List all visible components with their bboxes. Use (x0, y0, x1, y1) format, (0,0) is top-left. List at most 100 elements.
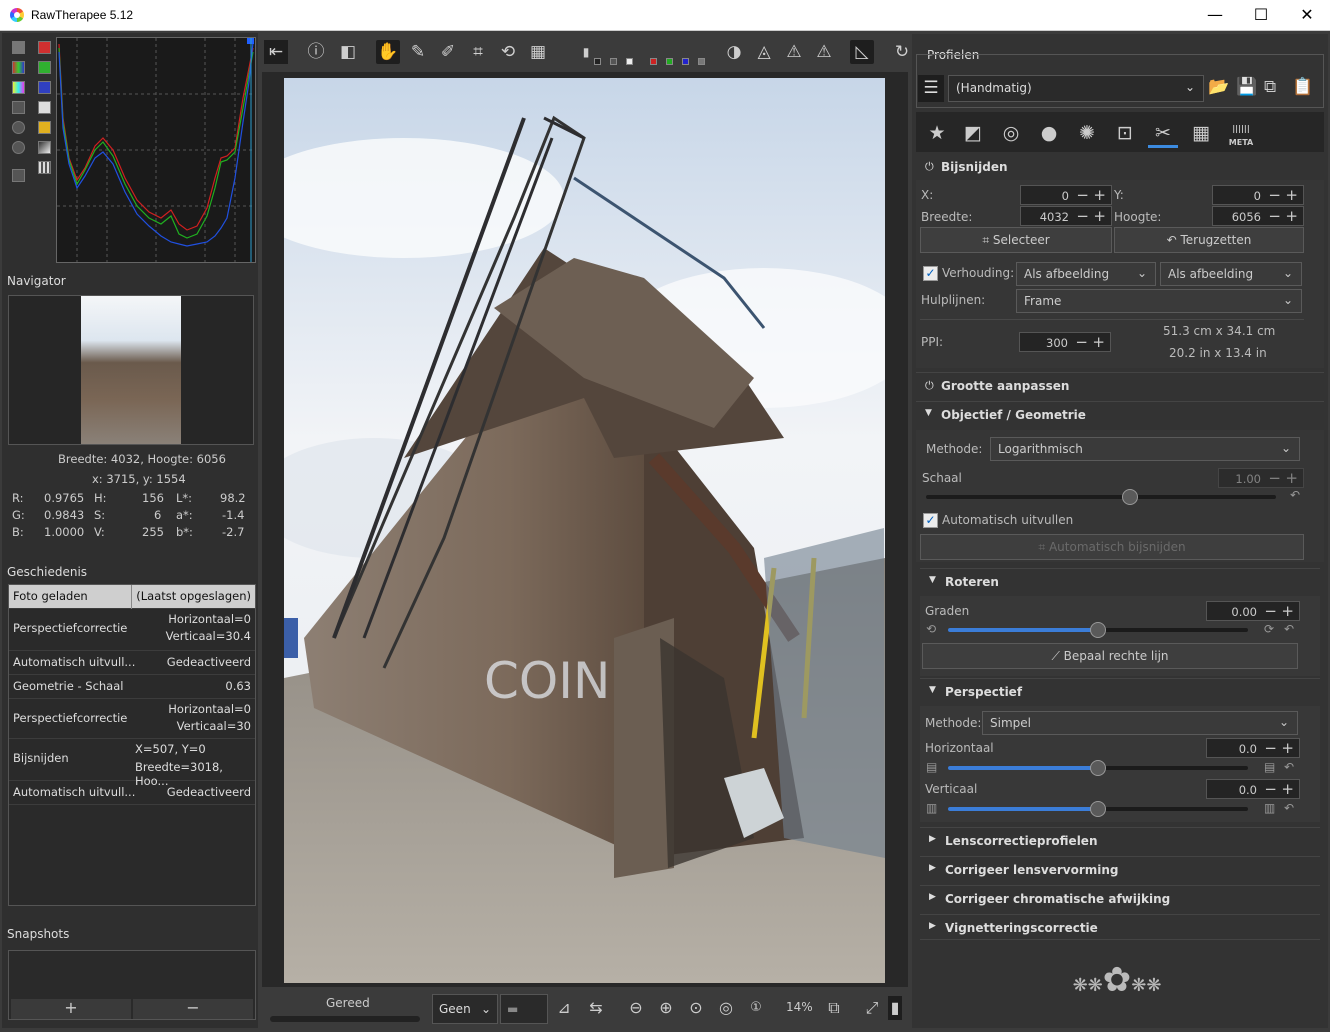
vignetting-section-header[interactable]: ▶ Vignetteringscorrectie (920, 914, 1320, 940)
chroma-icon[interactable] (12, 81, 25, 94)
ratio-checkbox[interactable]: ✓ (923, 266, 938, 281)
guides-select[interactable]: Frame ⌄ (1016, 289, 1302, 313)
before-after-icon[interactable]: ◧ (336, 40, 360, 64)
scale-input[interactable]: 1.00− + (1218, 468, 1304, 488)
perspective-section-header[interactable]: ▼ Perspectief (920, 678, 1320, 704)
tab-color[interactable]: ● (1034, 118, 1064, 148)
vertical-slider-knob[interactable] (1090, 801, 1106, 817)
profile-list-icon[interactable]: ☰ (918, 75, 944, 102)
lens-section-header[interactable]: ▼ Objectief / Geometrie (916, 401, 1324, 427)
scale-slider[interactable] (926, 489, 1276, 505)
chroma-toggle[interactable] (38, 121, 51, 134)
history-row[interactable]: Foto geladen (Laatst opgeslagen) (9, 585, 255, 609)
open-profile-icon[interactable]: 📂 (1208, 77, 1229, 97)
crop-select-button[interactable]: ⌗ Selecteer (920, 227, 1112, 253)
fullscreen-icon[interactable]: ⤢ (860, 996, 884, 1020)
vertical-input[interactable]: 0.0− + (1206, 779, 1300, 799)
vertical-slider[interactable] (948, 801, 1248, 817)
info-icon[interactable]: ⓘ (304, 40, 328, 64)
perspective-method-select[interactable]: Simpel ⌄ (982, 711, 1298, 735)
histogram-menu-icon[interactable] (12, 169, 25, 182)
crop-width-input[interactable]: 4032− + (1020, 206, 1112, 226)
tab-advanced[interactable]: ✺ (1072, 118, 1102, 148)
ppi-input[interactable]: 300− + (1019, 332, 1111, 352)
horizontal-input[interactable]: 0.0− + (1206, 738, 1300, 758)
navigator-thumbnail[interactable] (81, 296, 181, 444)
paint-mode-select[interactable]: ▬ (500, 994, 548, 1024)
reset-icon[interactable]: ↶ (1284, 801, 1294, 815)
hide-right-panel-icon[interactable]: ▮ (888, 996, 902, 1020)
history-row[interactable]: Automatisch uitvull... Gedeactiveerd (9, 651, 255, 675)
rotate-icon[interactable]: ↻ (890, 40, 914, 64)
straighten-button[interactable]: ⟋ Bepaal rechte lijn (922, 643, 1298, 669)
tab-favorites[interactable]: ★ (922, 118, 952, 148)
add-snapshot-button[interactable]: + (11, 999, 131, 1019)
crop-x-input[interactable]: 0− + (1020, 185, 1112, 205)
close-button[interactable]: ✕ (1284, 0, 1330, 31)
zoom-in-icon[interactable]: ⊕ (654, 996, 678, 1020)
history-row[interactable]: Perspectiefcorrectie Horizontaal=0 Verti… (9, 699, 255, 739)
rgb-bars-icon[interactable] (12, 61, 25, 74)
tab-metadata[interactable]: |||||| META (1226, 118, 1256, 148)
tab-raw[interactable]: ▦ (1186, 118, 1216, 148)
history-row[interactable]: Automatisch uitvull... Gedeactiveerd (9, 781, 255, 805)
shadow-clip-icon[interactable]: ◬ (752, 40, 776, 64)
reset-icon[interactable]: ↶ (1284, 622, 1294, 636)
tab-locallab[interactable]: ⊡ (1110, 118, 1140, 148)
preview-green-icon[interactable] (666, 58, 673, 65)
external-editor-icon[interactable]: ◺ (850, 40, 874, 64)
preview-red-icon[interactable] (650, 58, 657, 65)
luminance-toggle[interactable] (38, 101, 51, 114)
histogram-type-icon[interactable] (12, 41, 25, 54)
zoom-100-icon[interactable]: ① (744, 996, 768, 1020)
orientation-select[interactable]: Als afbeelding ⌄ (1160, 262, 1302, 286)
tab-transform[interactable]: ✂ (1148, 118, 1178, 148)
red-channel-toggle[interactable] (38, 41, 51, 54)
blue-channel-toggle[interactable] (38, 81, 51, 94)
ca-section-header[interactable]: ▶ Corrigeer chromatische afwijking (920, 885, 1320, 911)
history-row[interactable]: Geometrie - Schaal 0.63 (9, 675, 255, 699)
power-icon[interactable]: ⏻ (925, 379, 934, 393)
waveform-icon[interactable] (12, 101, 25, 114)
crop-reset-button[interactable]: ↶ Terugzetten (1114, 227, 1304, 253)
crop-height-input[interactable]: 6056− + (1212, 206, 1304, 226)
degrees-input[interactable]: 0.00− + (1206, 601, 1300, 621)
minimize-button[interactable]: — (1192, 0, 1238, 31)
focus-mask-icon[interactable]: ◑ (722, 40, 746, 64)
vectorscope-icon[interactable] (12, 121, 25, 134)
highlight-warning-icon[interactable]: ⚠ (782, 40, 806, 64)
crop-tool-icon[interactable]: ⌗ (466, 40, 490, 64)
hand-tool-icon[interactable]: ✋ (376, 40, 400, 64)
scale-slider-knob[interactable] (1122, 489, 1138, 505)
navigator-preview[interactable] (8, 295, 254, 445)
compare-icon[interactable]: ⇆ (584, 996, 608, 1020)
history-row[interactable]: Bijsnijden X=507, Y=0 Breedte=3018, Hoo.… (9, 739, 255, 788)
bar-toggle[interactable] (38, 161, 51, 174)
crop-preview-icon[interactable]: ⊿ (552, 996, 576, 1020)
color-picker-icon[interactable]: ✐ (436, 40, 460, 64)
autocrop-button[interactable]: ⌗ Automatisch bijsnijden (920, 534, 1304, 560)
raw-toggle[interactable] (38, 141, 51, 154)
autofill-checkbox[interactable]: ✓ (923, 513, 938, 528)
horizontal-slider-knob[interactable] (1090, 760, 1106, 776)
zoom-fit-icon[interactable]: ⊙ (684, 996, 708, 1020)
vectorscope-hc-icon[interactable] (12, 141, 25, 154)
crop-y-input[interactable]: 0− + (1212, 185, 1304, 205)
tab-details[interactable]: ◎ (996, 118, 1026, 148)
green-channel-toggle[interactable] (38, 61, 51, 74)
save-profile-icon[interactable]: 💾 (1236, 77, 1257, 97)
resize-section-header[interactable]: ⏻ Grootte aanpassen (916, 372, 1324, 398)
reset-icon[interactable]: ↶ (1284, 760, 1294, 774)
straighten-tool-icon[interactable]: ⟲ (496, 40, 520, 64)
image-canvas[interactable]: COIN (262, 72, 908, 987)
zoom-out-icon[interactable]: ⊖ (624, 996, 648, 1020)
crop-section-header[interactable]: ⏻ Bijsnijden (916, 154, 1324, 180)
copy-profile-icon[interactable]: ⧉ (1264, 77, 1276, 97)
paste-profile-icon[interactable]: 📋 (1292, 77, 1313, 97)
preview-blue-icon[interactable] (682, 58, 689, 65)
snapshots-list[interactable]: + − (8, 950, 256, 1020)
rotate-section-header[interactable]: ▼ Roteren (920, 568, 1320, 594)
geometry-method-select[interactable]: Logarithmisch ⌄ (990, 437, 1300, 461)
history-list[interactable]: Foto geladen (Laatst opgeslagen) Perspec… (8, 584, 256, 906)
shadow-warning-icon[interactable]: ⚠ (812, 40, 836, 64)
